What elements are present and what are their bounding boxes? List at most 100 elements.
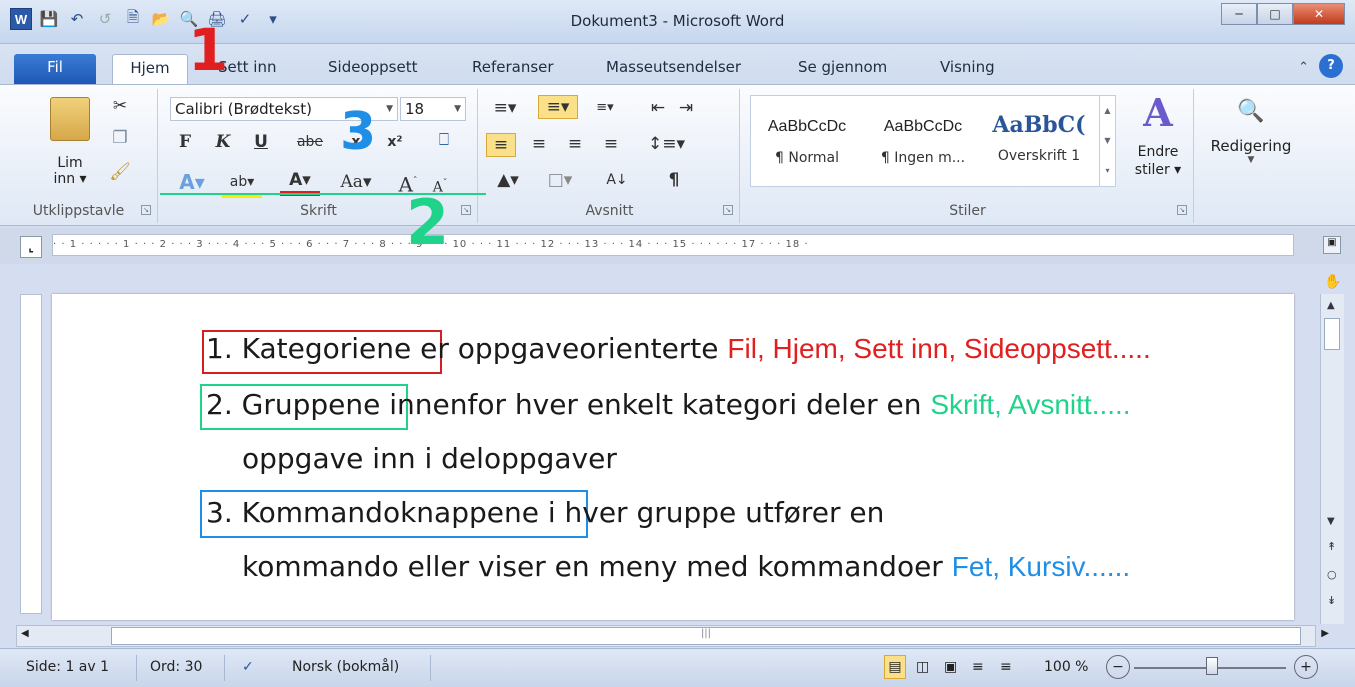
scroll-left-icon[interactable]: ◀ [21,628,29,639]
status-language[interactable]: Norsk (bokmål) [292,659,399,675]
align-left-icon[interactable]: ≡ [486,133,516,157]
status-separator [136,655,137,681]
style-name: Overskrift 1 [997,148,1081,164]
justify-icon[interactable]: ≡ [598,133,624,155]
hscroll-thumb[interactable]: ||| [111,627,1301,645]
styles-launcher-icon[interactable]: ↘ [1177,205,1187,215]
clear-formatting-icon[interactable]: ⎕ [430,129,458,151]
line-spacing-icon[interactable]: ↕≡▾ [648,133,685,155]
paragraph-launcher-icon[interactable]: ↘ [723,205,733,215]
copy-icon[interactable]: ❐ [108,127,132,149]
status-page[interactable]: Side: 1 av 1 [26,659,109,675]
change-case-label: Aa [340,172,363,192]
show-formatting-button[interactable]: ¶ [662,169,686,191]
tab-selector-icon[interactable]: ⌞ [20,236,42,258]
bold-button[interactable]: F [174,131,196,153]
change-styles-label: Endre [1137,144,1179,160]
horizontal-ruler[interactable]: · · 1 · · · · · 1 · · · 2 · · · 3 · · · … [52,234,1294,256]
font-launcher-icon[interactable]: ↘ [461,205,471,215]
window-controls: ─ □ ✕ [1221,3,1345,25]
text-effects-icon[interactable]: A▾ [174,171,210,193]
annotation-number-1: 1 [188,16,229,84]
borders-icon[interactable]: □▾ [542,169,578,191]
tab-hjem[interactable]: Hjem [112,54,188,84]
doc-groups-term: 2. Gruppene [206,388,381,421]
status-words[interactable]: Ord: 30 [150,659,202,675]
browse-object-icon[interactable]: ○ [1327,568,1337,581]
view-ruler-icon[interactable]: ▣ [1323,236,1341,254]
decrease-indent-icon[interactable]: ⇤ [646,97,670,119]
horizontal-scrollbar[interactable]: ◀ ||| ▶ [16,625,1329,647]
prev-page-icon[interactable]: ↟ [1327,540,1336,553]
scroll-down-icon[interactable]: ▼ [1327,516,1335,527]
scroll-thumb[interactable] [1324,318,1340,350]
tab-se-gjennom[interactable]: Se gjennom [798,54,887,84]
close-button[interactable]: ✕ [1293,3,1345,25]
web-layout-view-icon[interactable]: ▣ [944,659,957,675]
tab-fil[interactable]: Fil [14,54,96,84]
zoom-in-icon[interactable]: + [1294,655,1318,679]
draft-view-icon[interactable]: ≡ [1000,659,1012,675]
style-name: ¶ Ingen m... [880,150,966,166]
help-icon[interactable]: ? [1319,54,1343,78]
doc-line-5: kommando eller viser en meny med kommand… [242,550,1130,583]
strikethrough-button[interactable]: abe [290,131,330,153]
full-screen-view-icon[interactable]: ◫ [916,659,929,675]
paste-button[interactable]: Lim inn ▾ [50,155,90,187]
change-styles-button[interactable]: A Endre stiler ▾ [1128,91,1188,179]
tab-visning[interactable]: Visning [940,54,995,84]
zoom-level[interactable]: 100 % [1044,659,1088,675]
print-layout-view-icon[interactable]: ▤ [884,655,906,679]
sort-icon[interactable]: A↓ [604,169,630,191]
shading-icon[interactable]: ▲▾ [490,169,526,191]
numbering-icon[interactable]: ≡▾ [538,95,578,119]
zoom-slider-thumb[interactable] [1206,657,1218,675]
bullets-icon[interactable]: ≡▾ [490,97,520,119]
clipboard-launcher-icon[interactable]: ↘ [141,205,151,215]
scroll-right-icon[interactable]: ▶ [1321,628,1329,639]
change-case-button[interactable]: Aa▾ [336,171,376,193]
scroll-up-icon[interactable]: ▲ [1327,300,1335,311]
zoom-out-icon[interactable]: − [1106,655,1130,679]
tab-sideoppsett[interactable]: Sideoppsett [328,54,417,84]
cut-icon[interactable]: ✂ [108,95,132,117]
styles-scroll[interactable]: ▲ ▼ ▾ [1099,96,1115,186]
next-page-icon[interactable]: ↡ [1327,594,1336,607]
minimize-button[interactable]: ─ [1221,3,1257,25]
group-label-paragraph: Avsnitt [585,203,634,219]
pan-icon[interactable]: ✋ [1324,274,1341,290]
proofing-icon[interactable]: ✓ [242,659,254,675]
format-painter-icon[interactable]: 🖌 [108,161,132,183]
tab-masseutsendelser[interactable]: Masseutsendelser [606,54,741,84]
editing-dropdown-icon: ▼ [1247,155,1255,165]
style-overskrift-1[interactable]: AaBbC( Overskrift 1 [983,96,1095,186]
superscript-button[interactable]: x² [382,131,408,153]
style-ingen-mellomrom[interactable]: AaBbCcDc ¶ Ingen m... [867,96,979,186]
tab-referanser[interactable]: Referanser [472,54,554,84]
underline-button[interactable]: U [250,131,272,153]
font-size-dropdown-icon: ▼ [454,104,461,114]
multilevel-list-icon[interactable]: ≡▾ [590,97,620,119]
doc-line-1-example: Fil, Hjem, Sett inn, Sideoppsett..... [727,333,1151,364]
font-color-icon[interactable]: A▾ [280,169,320,196]
doc-line-5-example: Fet, Kursiv...... [951,551,1131,582]
paste-icon[interactable] [50,97,90,141]
doc-line-4-text: i hver gruppe utfører en [538,496,885,529]
style-normal[interactable]: AaBbCcDc ¶ Normal [751,96,863,186]
outline-view-icon[interactable]: ≡ [972,659,984,675]
editing-button[interactable]: 🔍 Redigering ▼ [1202,95,1300,165]
vertical-ruler[interactable] [20,294,42,614]
increase-indent-icon[interactable]: ⇥ [674,97,698,119]
align-right-icon[interactable]: ≡ [562,133,588,155]
group-paragraph: ≡▾ ≡▾ ≡▾ ⇤ ⇥ ≡ ≡ ≡ ≡ ↕≡▾ ▲▾ □▾ A↓ ¶ Avsn… [480,89,740,223]
maximize-button[interactable]: □ [1257,3,1293,25]
minimize-ribbon-icon[interactable]: ⌃ [1298,60,1309,75]
font-size-combo[interactable]: 18 ▼ [400,97,466,121]
doc-line-2: 2. Gruppene innenfor hver enkelt kategor… [206,388,1131,421]
align-center-icon[interactable]: ≡ [526,133,552,155]
document-page[interactable]: 1. Kategoriene er oppgaveorienterte Fil,… [52,294,1294,620]
vertical-scrollbar[interactable]: ✋ ▲ ▼ ↟ ○ ↡ [1320,274,1344,624]
group-label-clipboard: Utklippstavle [32,203,125,219]
doc-line-4: 3. Kommandoknappene i hver gruppe utføre… [206,496,884,529]
italic-button[interactable]: K [212,131,234,153]
